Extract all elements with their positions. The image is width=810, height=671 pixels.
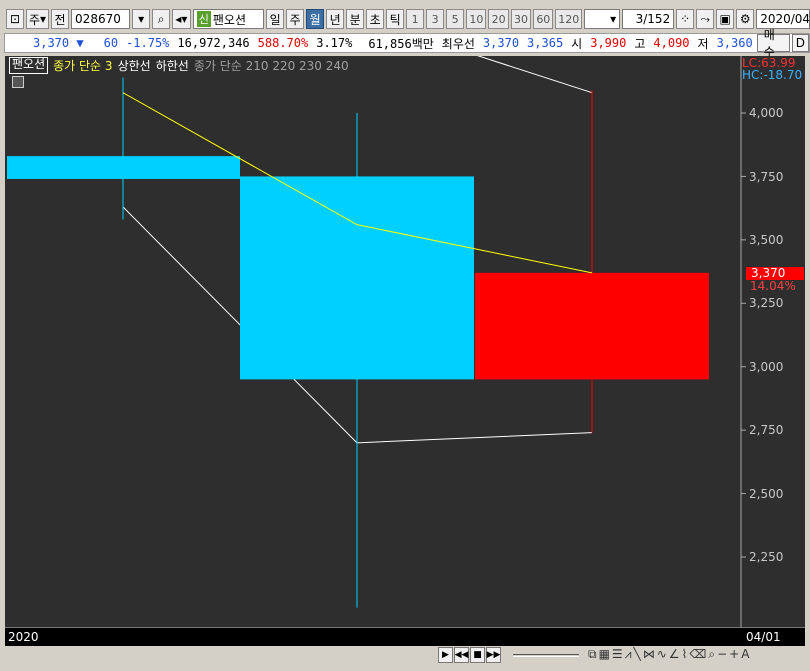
font-icon[interactable]: A [741, 647, 749, 662]
y-tick-label: 4,000 [749, 106, 784, 120]
forward-icon[interactable]: ▶▶ [486, 647, 501, 663]
gear-icon[interactable]: ⚙ [736, 9, 755, 29]
brush-icon[interactable]: ⌇ [682, 647, 688, 662]
app-window: ⊡ 주 ▾ 전 028670 ▾ ⌕ ◂▾ 신 팬오션 일 주 월 년 분 초 틱… [0, 0, 810, 671]
interval-1[interactable]: 1 [406, 9, 425, 29]
low-price: 3,360 [716, 36, 753, 50]
period-tick[interactable]: 틱 [386, 9, 405, 29]
chart-nav: ▶ ◀◀ ■ ▶▶ [438, 647, 501, 663]
interval-10[interactable]: 10 [466, 9, 487, 29]
kind-button[interactable]: 전 [51, 9, 70, 29]
line-icon[interactable]: ╲ [633, 647, 640, 662]
chart-legend: 팬오션 종가 단순 3 상한선 하한선 종가 단순 210 220 230 24… [9, 57, 349, 74]
buy-button[interactable]: 매수 [756, 28, 790, 59]
high-price: 4,090 [653, 36, 690, 50]
date-axis: 2020 04/01 [5, 627, 805, 646]
y-tick-label: 3,250 [749, 296, 784, 310]
top-toolbar: ⊡ 주 ▾ 전 028670 ▾ ⌕ ◂▾ 신 팬오션 일 주 월 년 분 초 틱… [0, 7, 810, 31]
best-quote-label: 최우선 [441, 36, 475, 51]
speaker-icon[interactable]: ◂▾ [172, 9, 191, 29]
copy-icon[interactable]: ⧉ [588, 647, 597, 662]
crosshair-icon[interactable]: ⤳ [696, 9, 715, 29]
interval-30[interactable]: 30 [510, 9, 532, 29]
trend-icon[interactable]: ⩘ [625, 647, 632, 662]
stop-icon[interactable]: ■ [470, 647, 485, 663]
legend-upper[interactable]: 상한선 [118, 57, 151, 74]
y-tick-label: 3,000 [749, 360, 784, 374]
hc-readout: HC:-18.70 [742, 68, 803, 82]
y-tick-label: 2,750 [749, 423, 784, 437]
interval-20[interactable]: 20 [488, 9, 509, 29]
period-month[interactable]: 월 [306, 9, 325, 29]
price-chart[interactable]: 팬오션 종가 단순 3 상한선 하한선 종가 단순 210 220 230 24… [5, 56, 805, 646]
candle-body [475, 272, 709, 380]
y-tick-label: 2,500 [749, 487, 784, 501]
zoom-slider[interactable] [513, 654, 579, 657]
zoom-icon[interactable]: ⌕ [708, 647, 715, 662]
low-label: 저 [697, 36, 709, 51]
period-week[interactable]: 주 [286, 9, 305, 29]
grid-icon[interactable]: ▦ [599, 647, 610, 662]
link-icon[interactable]: ⊡ [6, 9, 24, 29]
legend-lower[interactable]: 하한선 [156, 57, 189, 74]
play-icon[interactable]: ▶ [438, 647, 453, 663]
page-field[interactable]: 3/152 [622, 9, 675, 29]
period-year[interactable]: 년 [326, 9, 345, 29]
interval-3[interactable]: 3 [426, 9, 445, 29]
price-change: 60 [103, 36, 119, 50]
drawing-tools: ⧉ ▦ ☰ ⩘ ╲ ⋈ ∿ ∠ ⌇ ⌫ ⌕ − + A [588, 647, 749, 662]
pattern-icon[interactable]: ⋈ [643, 647, 655, 662]
wave-icon[interactable]: ∿ [657, 647, 667, 662]
last-pct-tag: 14.04% [750, 279, 796, 293]
minus-icon[interactable]: − [717, 647, 727, 662]
period-second[interactable]: 초 [366, 9, 385, 29]
stock-name-field[interactable]: 신 팬오션 [192, 9, 265, 29]
open-label: 시 [571, 36, 583, 51]
code-dropdown-icon[interactable]: ▾ [132, 9, 151, 29]
list-icon[interactable]: ☰ [612, 647, 623, 662]
candle-body [240, 176, 474, 380]
volume-ratio: 588.70% [257, 36, 309, 50]
market-select[interactable]: 주 ▾ [26, 9, 50, 29]
high-label: 고 [634, 36, 646, 51]
settings-dots-icon[interactable]: ⁘ [676, 9, 695, 29]
period-minute[interactable]: 분 [346, 9, 365, 29]
rewind-icon[interactable]: ◀◀ [454, 647, 469, 663]
y-tick-label: 2,250 [749, 550, 784, 564]
y-tick-label: 3,500 [749, 233, 784, 247]
legend-ma3[interactable]: 종가 단순 3 [53, 57, 112, 74]
stock-name: 팬오션 [212, 12, 246, 27]
y-tick-label: 3,750 [749, 170, 784, 184]
open-price: 3,990 [590, 36, 627, 50]
plus-icon[interactable]: + [729, 647, 739, 662]
period-day[interactable]: 일 [266, 9, 285, 29]
extra-button[interactable]: D [791, 34, 809, 52]
search-icon[interactable]: ⌕ [152, 9, 171, 29]
bottom-toolbar: ▶ ◀◀ ■ ▶▶ ⧉ ▦ ☰ ⩘ ╲ ⋈ ∿ ∠ ⌇ ⌫ ⌕ − + A [0, 645, 810, 667]
current-price: 3,370 ▼ [33, 36, 84, 50]
volume: 16,972,346 [177, 36, 250, 50]
legend-other-ma[interactable]: 종가 단순 210 220 230 240 [194, 57, 349, 74]
legend-stock[interactable]: 팬오션 [9, 57, 49, 74]
date-start: 2020 [8, 630, 39, 644]
quote-bar: 3,370 ▼ 60 -1.75% 16,972,346 588.70% 3.1… [4, 28, 810, 59]
interval-dropdown[interactable]: ▾ [583, 9, 621, 29]
bid-price: 3,365 [527, 36, 564, 50]
chart-canvas [7, 56, 746, 627]
eraser-icon[interactable]: ⌫ [689, 647, 706, 662]
date-end: 04/01 [746, 630, 781, 644]
trade-amount: 61,856백만 [368, 36, 434, 51]
ask-price: 3,370 [482, 36, 520, 50]
interval-60[interactable]: 60 [533, 9, 554, 29]
candle-body [7, 156, 240, 179]
angle-icon[interactable]: ∠ [669, 647, 680, 662]
interval-5[interactable]: 5 [446, 9, 465, 29]
change-percent: -1.75% [126, 36, 170, 50]
interval-120[interactable]: 120 [555, 9, 582, 29]
save-icon[interactable]: ▣ [716, 9, 735, 29]
new-badge: 신 [196, 11, 211, 27]
code-input[interactable]: 028670 [71, 9, 131, 29]
calculator-icon[interactable] [12, 76, 24, 88]
turnover: 3.17% [316, 36, 353, 50]
